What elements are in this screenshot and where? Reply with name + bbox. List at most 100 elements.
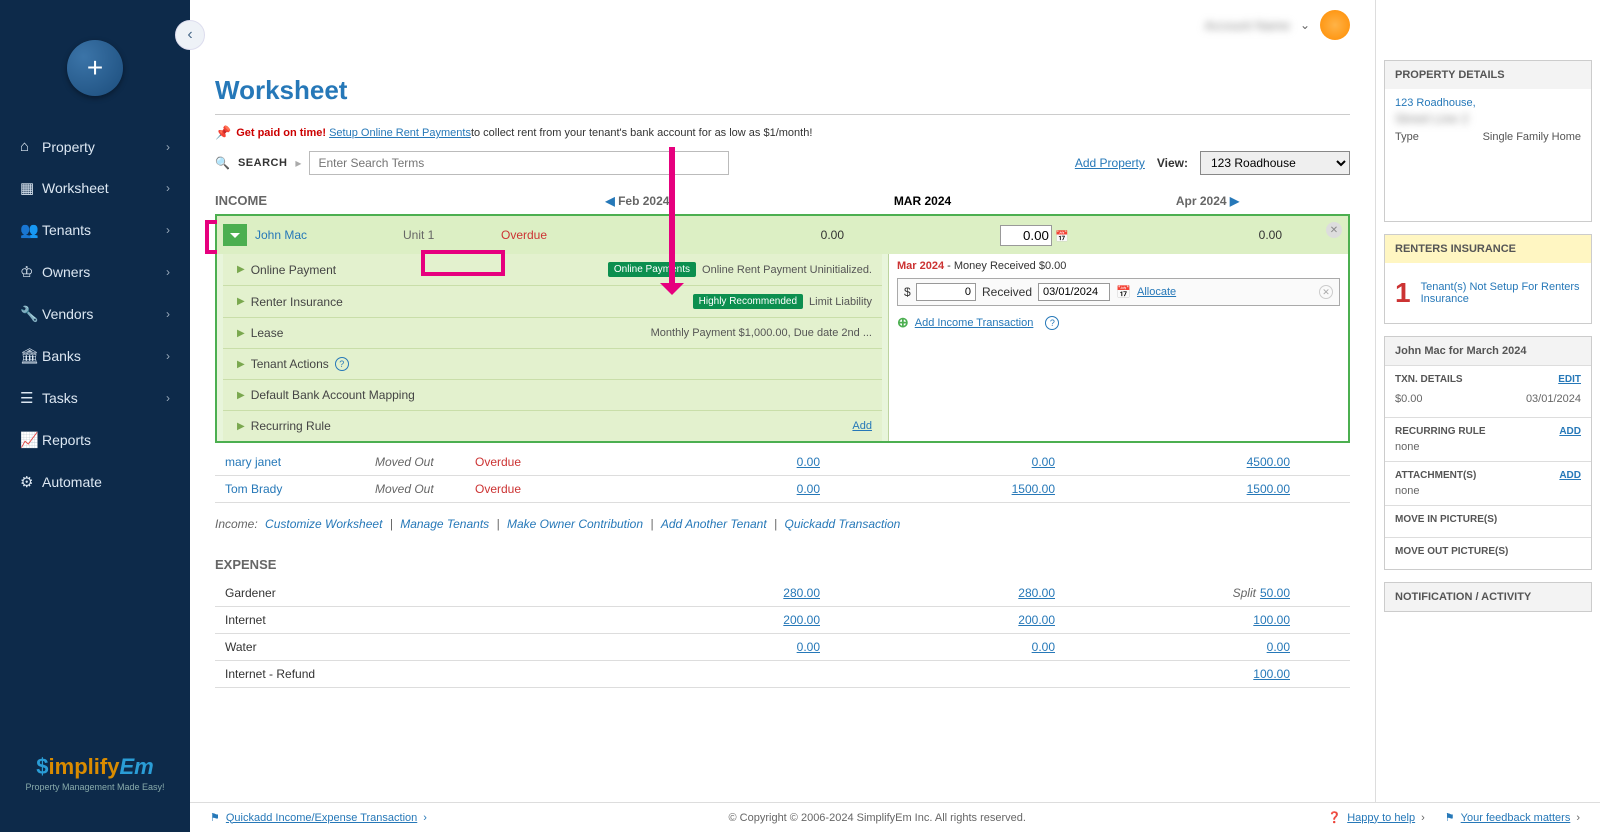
search-label: SEARCH [238, 157, 287, 169]
expand-icon: ▶ [237, 328, 245, 339]
home-icon: ⌂ [20, 138, 42, 155]
expense-header: EXPENSE [215, 557, 1350, 572]
nav-reports[interactable]: 📈Reports [0, 419, 190, 461]
income-row[interactable]: mary janet Moved Out Overdue 0.00 0.00 4… [215, 449, 1350, 476]
expand-icon: ▶ [237, 390, 245, 401]
row-dropdown-toggle[interactable] [223, 224, 247, 246]
sub-tenant-actions[interactable]: ▶ Tenant Actions ? [223, 349, 882, 380]
insurance-count: 1 [1395, 277, 1411, 309]
list-icon: ☰ [20, 389, 42, 407]
highly-recommended-badge: Highly Recommended [693, 294, 803, 309]
view-select[interactable]: 123 Roadhouse [1200, 151, 1350, 175]
chevron-down-icon[interactable]: ⌄ [1300, 18, 1310, 32]
wrench-icon: 🔧 [20, 305, 42, 323]
topbar: Account Name ⌄ [1205, 10, 1350, 40]
sub-renter-insurance[interactable]: ▶ Renter Insurance Highly Recommended Li… [223, 286, 882, 318]
sub-recurring-rule[interactable]: ▶ Recurring Rule Add [223, 411, 882, 441]
chevron-right-icon: › [166, 349, 170, 363]
status-overdue: Overdue [501, 228, 671, 242]
income-row[interactable]: Tom Brady Moved Out Overdue 0.00 1500.00… [215, 476, 1350, 503]
expense-row[interactable]: Internet 200.00 200.00 100.00 [215, 607, 1350, 634]
expense-row[interactable]: Internet - Refund 100.00 [215, 661, 1350, 688]
sub-online-payment[interactable]: ▶ Online Payment Online Payments Online … [223, 254, 882, 286]
quickadd-transaction-link[interactable]: Quickadd Transaction [785, 517, 901, 531]
expand-icon: ▶ [237, 359, 245, 370]
chevron-right-icon: › [166, 265, 170, 279]
logo: $implifyEm Property Management Made Easy… [25, 754, 164, 792]
add-rule-link[interactable]: Add [852, 420, 872, 432]
chart-icon: 📈 [20, 431, 42, 449]
setup-payments-link[interactable]: Setup Online Rent Payments [329, 127, 471, 139]
help-icon: ❓ [1328, 811, 1342, 824]
calendar-icon[interactable]: 📅 [1116, 285, 1131, 299]
chevron-right-icon: › [166, 307, 170, 321]
nav-owners[interactable]: ♔Owners› [0, 251, 190, 293]
calendar-icon[interactable]: 📅 [1055, 231, 1069, 243]
nav-worksheet[interactable]: ▦Worksheet› [0, 167, 190, 209]
sidebar: ‹ + ⌂Property› ▦Worksheet› 👥Tenants› ♔Ow… [0, 0, 190, 832]
close-button[interactable]: ✕ [1326, 222, 1342, 238]
sub-lease[interactable]: ▶ Lease Monthly Payment $1,000.00, Due d… [223, 318, 882, 349]
add-attachment-link[interactable]: ADD [1559, 470, 1581, 481]
manage-tenants-link[interactable]: Manage Tenants [400, 517, 489, 531]
search-icon: 🔍 [215, 156, 230, 170]
clear-button[interactable]: ✕ [1319, 285, 1333, 299]
expense-row[interactable]: Water 0.00 0.00 0.00 [215, 634, 1350, 661]
bank-icon: 🏛 [20, 347, 42, 365]
allocate-link[interactable]: Allocate [1137, 286, 1176, 298]
property-address[interactable]: 123 Roadhouse, [1395, 97, 1581, 109]
account-name[interactable]: Account Name [1205, 18, 1290, 33]
add-rule-link[interactable]: ADD [1559, 426, 1581, 437]
chevron-right-icon: › [166, 181, 170, 195]
grid-icon: ▦ [20, 179, 42, 197]
prev-month-button[interactable]: ◀ [606, 194, 615, 208]
nav-tenants[interactable]: 👥Tenants› [0, 209, 190, 251]
sub-bank-mapping[interactable]: ▶ Default Bank Account Mapping [223, 380, 882, 411]
customize-worksheet-link[interactable]: Customize Worksheet [265, 517, 382, 531]
chevron-right-icon: › [166, 140, 170, 154]
edit-txn-link[interactable]: EDIT [1558, 374, 1581, 385]
annotation-highlight-box [421, 250, 505, 276]
amount-next[interactable]: 0.00 [1259, 228, 1282, 242]
amount-input[interactable] [916, 283, 976, 301]
crown-icon: ♔ [20, 263, 42, 281]
amount-cur-input[interactable] [1000, 225, 1052, 246]
expense-row[interactable]: Gardener 280.00 280.00 Split50.00 [215, 580, 1350, 607]
search-input[interactable] [309, 151, 729, 175]
sidebar-collapse-button[interactable]: ‹ [175, 20, 205, 50]
chevron-right-icon: ▸ [295, 156, 301, 170]
nav-property[interactable]: ⌂Property› [0, 126, 190, 167]
nav-banks[interactable]: 🏛Banks› [0, 335, 190, 377]
renters-insurance-card: RENTERS INSURANCE 1 Tenant(s) Not Setup … [1384, 234, 1592, 324]
quickadd-footer-link[interactable]: Quickadd Income/Expense Transaction [226, 812, 417, 824]
avatar[interactable] [1320, 10, 1350, 40]
online-payments-badge[interactable]: Online Payments [608, 262, 696, 277]
help-icon[interactable]: ? [335, 357, 349, 371]
make-owner-contribution-link[interactable]: Make Owner Contribution [507, 517, 643, 531]
nav-automate[interactable]: ⚙Automate [0, 461, 190, 503]
add-another-tenant-link[interactable]: Add Another Tenant [661, 517, 767, 531]
help-icon[interactable]: ? [1045, 316, 1059, 330]
main-content: Account Name ⌄ Worksheet 📌 Get paid on t… [190, 0, 1375, 832]
flag-icon: ⚑ [1445, 811, 1455, 824]
details-panel: PROPERTY DETAILS 123 Roadhouse, Street L… [1375, 0, 1600, 832]
current-month: MAR 2024 [780, 194, 1065, 208]
tenant-name[interactable]: John Mac [255, 228, 403, 242]
tenant-unit: Unit 1 [403, 228, 501, 242]
add-income-transaction-link[interactable]: Add Income Transaction [915, 317, 1034, 329]
nav-tasks[interactable]: ☰Tasks› [0, 377, 190, 419]
insurance-setup-link[interactable]: Tenant(s) Not Setup For Renters Insuranc… [1421, 281, 1581, 305]
expand-icon: ▶ [237, 264, 245, 275]
happy-to-help-link[interactable]: Happy to help [1347, 812, 1415, 824]
txn-details-card: John Mac for March 2024 TXN. DETAILSEDIT… [1384, 336, 1592, 570]
flag-icon: ⚑ [210, 811, 220, 824]
sliders-icon: ⚙ [20, 473, 42, 491]
next-month-button[interactable]: ▶ [1230, 194, 1239, 208]
amount-prev[interactable]: 0.00 [821, 228, 844, 242]
feedback-link[interactable]: Your feedback matters [1461, 812, 1571, 824]
add-button[interactable]: + [67, 40, 123, 96]
nav-vendors[interactable]: 🔧Vendors› [0, 293, 190, 335]
income-actions: Income: Customize Worksheet | Manage Ten… [215, 517, 1350, 531]
add-property-link[interactable]: Add Property [1075, 156, 1145, 170]
date-input[interactable] [1038, 283, 1110, 301]
